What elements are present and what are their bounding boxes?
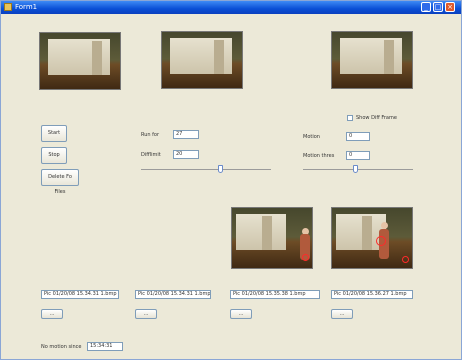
motion-slider-track [303, 169, 413, 170]
motion-threshold-label: Motion thres [303, 153, 335, 159]
start-button[interactable]: Start [41, 125, 67, 142]
window-title: Form1 [15, 3, 38, 11]
file-name-4[interactable]: Pic 01/20/08 15.36.27 1.bmp [331, 290, 413, 299]
delete-files-button[interactable]: Delete Fo Files [41, 169, 79, 195]
show-diff-frame-checkbox[interactable] [347, 115, 353, 121]
file-name-3[interactable]: Pic 01/20/08 15.35.38 1.bmp [230, 290, 320, 299]
diff-limit-input[interactable]: 20 [173, 150, 199, 159]
minimize-button[interactable]: _ [421, 2, 431, 12]
motion-label: Motion [303, 134, 320, 140]
camera-frame-2 [161, 31, 243, 89]
run-for-input[interactable]: 27 [173, 130, 199, 139]
motion-input[interactable]: 0 [346, 132, 370, 141]
diff-slider-thumb[interactable] [218, 165, 223, 173]
motion-threshold-input[interactable]: 0 [346, 151, 370, 160]
status-label: No motion since [41, 344, 82, 350]
camera-frame-3 [331, 31, 413, 89]
file-2-button[interactable]: ... [135, 309, 157, 319]
status-value: 15:34:31 [87, 342, 123, 351]
app-icon [4, 3, 12, 11]
file-4-button[interactable]: ... [331, 309, 353, 319]
motion-frame-1 [231, 207, 313, 269]
file-1-button[interactable]: ... [41, 309, 63, 319]
stop-button[interactable]: Stop [41, 147, 67, 164]
title-bar: Form1 _ □ × [1, 1, 461, 14]
file-name-2[interactable]: Pic 01/20/08 15.34.31 1.bmp [135, 290, 211, 299]
diff-slider-track [141, 169, 271, 170]
show-diff-frame-label: Show Diff Frame [356, 115, 397, 121]
run-for-label: Run for [141, 132, 160, 138]
file-name-1[interactable]: Pic 01/20/08 15.34.31 1.bmp [41, 290, 119, 299]
diff-limit-label: Difflimit [141, 152, 161, 158]
motion-frame-2 [331, 207, 413, 269]
main-window: Form1 _ □ × Start Stop Delete Fo Files R… [0, 0, 462, 360]
file-3-button[interactable]: ... [230, 309, 252, 319]
close-button[interactable]: × [445, 2, 455, 12]
motion-slider-thumb[interactable] [353, 165, 358, 173]
camera-frame-1 [39, 32, 121, 90]
maximize-button[interactable]: □ [433, 2, 443, 12]
